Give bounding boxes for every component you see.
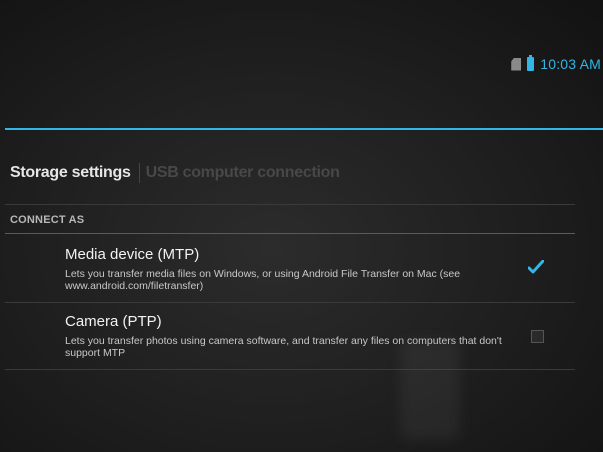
breadcrumb-separator <box>138 163 140 183</box>
status-clock: 10:03 AM <box>540 56 601 72</box>
option-media-device-mtp[interactable]: Media device (MTP) Lets you transfer med… <box>5 234 575 302</box>
checkmark-icon <box>528 260 544 274</box>
option-summary: Lets you transfer media files on Windows… <box>65 268 461 292</box>
screen-glare <box>400 340 460 440</box>
breadcrumb-usb-connection: USB computer connection <box>145 164 340 181</box>
battery-icon <box>527 55 535 71</box>
option-title: Camera (PTP) <box>65 313 162 330</box>
mtp-checkbox[interactable] <box>528 260 544 274</box>
status-bar: 10:03 AM <box>511 50 603 78</box>
sim-card-icon <box>511 57 522 71</box>
action-bar-divider <box>5 128 603 130</box>
header-divider <box>5 204 575 205</box>
row-divider <box>5 369 575 370</box>
screen: 10:03 AM Storage settings USB computer c… <box>0 0 603 452</box>
section-header-connect-as: CONNECT AS <box>10 214 85 226</box>
ptp-checkbox[interactable] <box>531 330 544 343</box>
breadcrumb-storage-settings[interactable]: Storage settings <box>10 164 131 182</box>
option-title: Media device (MTP) <box>65 246 200 263</box>
option-camera-ptp[interactable]: Camera (PTP) Lets you transfer photos us… <box>5 303 575 369</box>
breadcrumb: Storage settings USB computer connection <box>10 160 340 186</box>
